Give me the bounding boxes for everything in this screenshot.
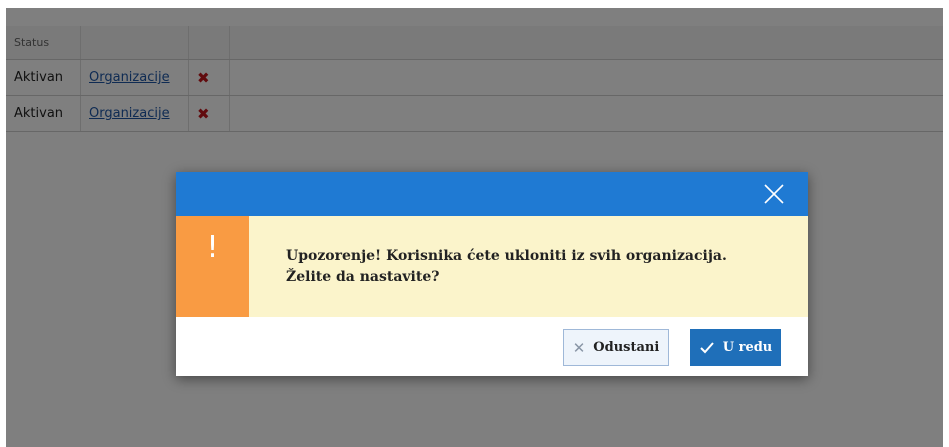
dialog-body: ! Upozorenje! Korisnika ćete ukloniti iz…: [176, 216, 808, 317]
dialog-footer: ✕ Odustani U redu: [176, 317, 808, 376]
warning-message-container: Upozorenje! Korisnika ćete ukloniti iz s…: [249, 216, 808, 317]
warning-strip: !: [176, 216, 249, 317]
confirmation-dialog: ! Upozorenje! Korisnika ćete ukloniti iz…: [176, 172, 808, 376]
cancel-button[interactable]: ✕ Odustani: [563, 329, 669, 366]
ok-button[interactable]: U redu: [690, 329, 781, 366]
checkmark-icon: [700, 341, 714, 353]
dialog-header: [176, 172, 808, 216]
exclamation-icon: !: [206, 230, 219, 265]
warning-message: Upozorenje! Korisnika ćete ukloniti iz s…: [286, 248, 727, 285]
close-icon: ✕: [572, 338, 586, 357]
ok-label: U redu: [722, 340, 773, 355]
close-icon[interactable]: [762, 182, 786, 206]
cancel-label: Odustani: [593, 340, 660, 355]
